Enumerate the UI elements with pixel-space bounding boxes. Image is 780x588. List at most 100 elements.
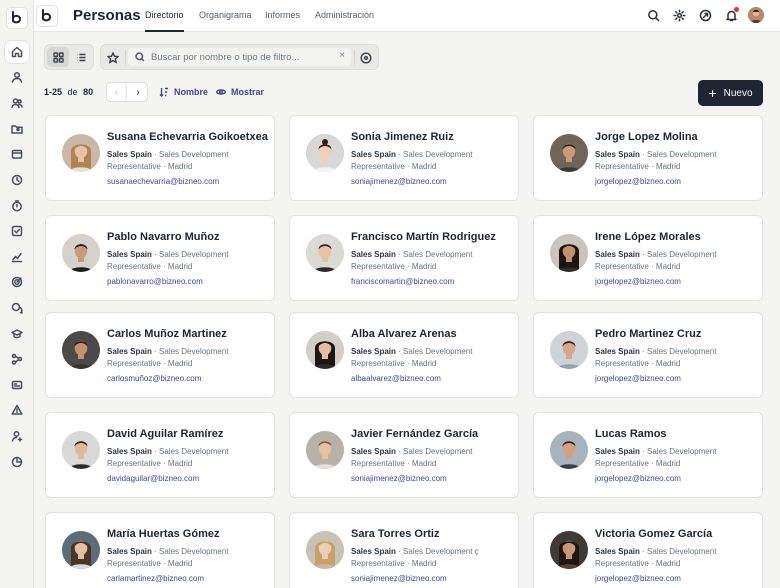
person-role: Sales Spain · Sales Development Represen… xyxy=(107,546,267,570)
person-team: Sales Spain xyxy=(595,547,640,556)
star-icon[interactable] xyxy=(106,51,120,64)
person-email[interactable]: jorgelopez@bizneo.com xyxy=(595,374,681,383)
view-toggle xyxy=(44,44,94,70)
show-button[interactable]: Mostrar xyxy=(216,87,264,97)
person-email[interactable]: jorgelopez@bizneo.com xyxy=(595,277,681,286)
pagination-total: 80 xyxy=(83,87,94,97)
gear-icon[interactable] xyxy=(672,8,686,22)
person-card[interactable]: Irene López Morales Sales Spain · Sales D… xyxy=(533,215,763,301)
user-settings-icon[interactable] xyxy=(5,425,29,447)
person-card[interactable]: Victoria Gomez García Sales Spain · Sales… xyxy=(533,512,763,588)
search-icon[interactable] xyxy=(646,8,660,22)
person-photo xyxy=(306,531,344,569)
grid-view-button[interactable] xyxy=(47,47,69,67)
workflow-icon[interactable] xyxy=(5,348,29,370)
bell-icon[interactable] xyxy=(724,7,739,22)
clear-search-button[interactable]: × xyxy=(339,50,345,61)
clock-icon[interactable] xyxy=(5,169,29,191)
person-email[interactable]: susanaechevarria@bizneo.com xyxy=(107,177,219,186)
tab-directorio[interactable]: Directorio xyxy=(145,0,184,32)
person-name[interactable]: Javier Fernández García xyxy=(351,428,478,440)
check-square-icon[interactable] xyxy=(5,220,29,242)
bizneo-logo[interactable] xyxy=(6,7,28,29)
person-team: Sales Spain xyxy=(595,447,640,456)
prev-page-button[interactable]: ‹ xyxy=(107,83,127,101)
pie-chart-icon[interactable] xyxy=(5,451,29,473)
person-email[interactable]: soniajimenez@bizneo.com xyxy=(351,177,447,186)
home-icon[interactable] xyxy=(5,41,29,63)
chat-icon[interactable] xyxy=(5,297,29,319)
person-card[interactable]: María Huertas Gómez Sales Spain · Sales D… xyxy=(45,512,275,588)
person-email[interactable]: carlamartinez@bizneo.com xyxy=(107,574,204,583)
person-photo xyxy=(62,331,100,369)
target-icon[interactable] xyxy=(5,271,29,293)
tab-administracion[interactable]: Administración xyxy=(315,0,374,32)
sort-button[interactable]: Nombre xyxy=(159,87,208,97)
divider xyxy=(125,50,126,65)
person-photo xyxy=(62,234,100,272)
person-email[interactable]: jorgelopez@bizneo.com xyxy=(595,574,681,583)
person-name[interactable]: Pedro Martinez Cruz xyxy=(595,328,701,340)
stopwatch-icon[interactable] xyxy=(5,195,29,217)
person-name[interactable]: Sara Torres Ortiz xyxy=(351,528,439,540)
wallet-icon[interactable] xyxy=(5,143,29,165)
person-card[interactable]: David Aguilar Ramírez Sales Spain · Sales… xyxy=(45,412,275,498)
plus-icon: + xyxy=(708,85,717,101)
next-page-button[interactable]: › xyxy=(128,83,148,101)
person-email[interactable]: albaalvarez@bizneo.com xyxy=(351,374,441,383)
person-name[interactable]: Sonia Jimenez Ruiz xyxy=(351,131,454,143)
person-card[interactable]: Sonia Jimenez Ruiz Sales Spain · Sales De… xyxy=(289,115,519,201)
person-email[interactable]: franciscomartin@bizneo.com xyxy=(351,277,454,286)
person-card[interactable]: Pablo Navarro Muñoz Sales Spain · Sales D… xyxy=(45,215,275,301)
person-email[interactable]: jorgelopez@bizneo.com xyxy=(595,177,681,186)
person-name[interactable]: María Huertas Gómez xyxy=(107,528,219,540)
person-card[interactable]: Javier Fernández García Sales Spain · Sal… xyxy=(289,412,519,498)
new-person-button[interactable]: + Nuevo xyxy=(698,80,763,106)
person-name[interactable]: Susana Echevarria Goikoetxea xyxy=(107,131,268,143)
person-photo xyxy=(550,331,588,369)
person-role: Sales Spain · Sales Development Represen… xyxy=(351,149,511,173)
person-card[interactable]: Jorge Lopez Molina Sales Spain · Sales De… xyxy=(533,115,763,201)
person-name[interactable]: David Aguilar Ramírez xyxy=(107,428,223,440)
person-card[interactable]: Susana Echevarria Goikoetxea Sales Spain … xyxy=(45,115,275,201)
users-icon[interactable] xyxy=(5,92,29,114)
search-input[interactable] xyxy=(151,48,331,66)
person-card[interactable]: Pedro Martinez Cruz Sales Spain · Sales D… xyxy=(533,312,763,398)
person-name[interactable]: Jorge Lopez Molina xyxy=(595,131,698,143)
id-card-icon[interactable] xyxy=(5,374,29,396)
person-email[interactable]: carlosmuñoz@bizneo.com xyxy=(107,374,201,383)
tab-informes[interactable]: Informes xyxy=(265,0,300,32)
person-name[interactable]: Francisco Martín Rodriguez xyxy=(351,231,496,243)
person-email[interactable]: soniajimenez@bizneo.com xyxy=(351,474,447,483)
chart-line-icon[interactable] xyxy=(5,246,29,268)
person-card[interactable]: Lucas Ramos Sales Spain · Sales Developme… xyxy=(533,412,763,498)
person-card[interactable]: Alba Alvarez Arenas Sales Spain · Sales D… xyxy=(289,312,519,398)
list-view-button[interactable] xyxy=(70,47,92,67)
person-email[interactable]: soniajimenez@bizneo.com xyxy=(351,574,447,583)
person-card[interactable]: Carlos Muñoz Martinez Sales Spain · Sales… xyxy=(45,312,275,398)
person-name[interactable]: Carlos Muñoz Martinez xyxy=(107,328,227,340)
person-card[interactable]: Sara Torres Ortiz Sales Spain · Sales Dev… xyxy=(289,512,519,588)
user-icon[interactable] xyxy=(5,66,29,88)
person-name[interactable]: Irene López Morales xyxy=(595,231,701,243)
person-card[interactable]: Francisco Martín Rodriguez Sales Spain · … xyxy=(289,215,519,301)
folder-user-icon[interactable] xyxy=(5,118,29,140)
person-role: Sales Spain · Sales Development Represen… xyxy=(107,149,267,173)
alert-triangle-icon[interactable] xyxy=(5,399,29,421)
person-team: Sales Spain xyxy=(107,547,152,556)
person-email[interactable]: davidaguilar@bizneo.com xyxy=(107,474,199,483)
person-email[interactable]: jorgelopez@bizneo.com xyxy=(595,474,681,483)
graduation-cap-icon[interactable] xyxy=(5,323,29,345)
person-name[interactable]: Pablo Navarro Muñoz xyxy=(107,231,219,243)
person-email[interactable]: pablonavarro@bizneo.com xyxy=(107,277,203,286)
person-name[interactable]: Lucas Ramos xyxy=(595,428,667,440)
rocket-icon[interactable] xyxy=(698,8,712,22)
app-logo[interactable] xyxy=(36,5,58,27)
filter-icon[interactable] xyxy=(360,51,372,64)
tab-organigrama[interactable]: Organigrama xyxy=(199,0,252,32)
user-avatar[interactable] xyxy=(748,7,764,23)
grid-icon xyxy=(52,51,64,63)
person-name[interactable]: Alba Alvarez Arenas xyxy=(351,328,457,340)
person-photo xyxy=(306,134,344,172)
person-name[interactable]: Victoria Gomez García xyxy=(595,528,712,540)
